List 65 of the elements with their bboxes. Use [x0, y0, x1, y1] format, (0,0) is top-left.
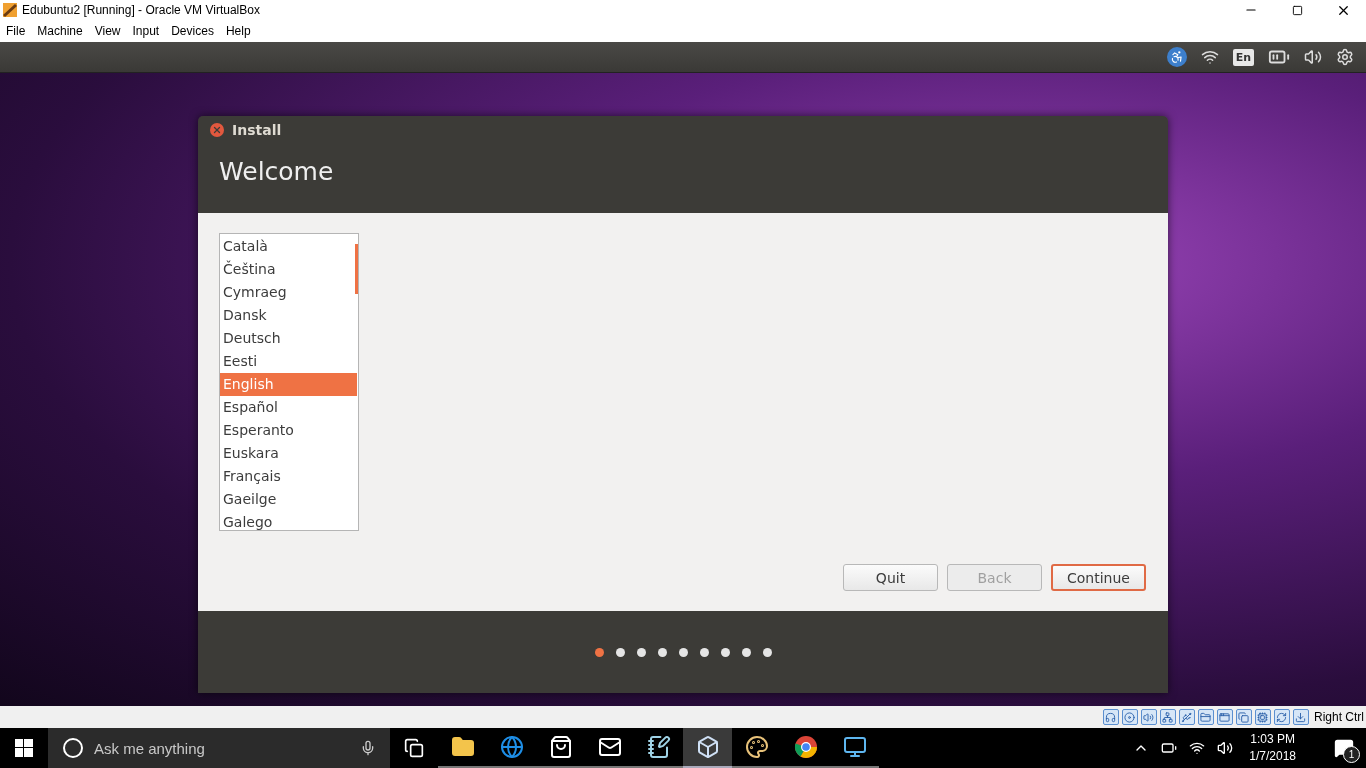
menu-item[interactable]: Devices — [167, 24, 222, 38]
clock-date: 1/7/2018 — [1249, 748, 1296, 765]
quit-button[interactable]: Quit — [843, 564, 938, 591]
taskbar-app-button[interactable] — [683, 728, 732, 768]
continue-button[interactable]: Continue — [1051, 564, 1146, 591]
scrollbar-thumb[interactable] — [355, 244, 358, 294]
circle-icon — [62, 737, 84, 759]
microphone-icon[interactable] — [360, 740, 376, 756]
accessibility-icon[interactable] — [1166, 47, 1187, 67]
language-item[interactable]: Español — [220, 396, 357, 419]
language-item[interactable]: Eesti — [220, 350, 357, 373]
keyboard-layout-indicator[interactable]: En — [1232, 48, 1254, 66]
chip-icon[interactable] — [1255, 709, 1271, 725]
language-item[interactable]: Esperanto — [220, 419, 357, 442]
page-heading: Welcome — [219, 157, 335, 186]
app-logo-icon — [2, 2, 18, 18]
volume-icon[interactable] — [1304, 48, 1322, 66]
menu-item[interactable]: Input — [128, 24, 168, 38]
language-item[interactable]: Galego — [220, 511, 357, 534]
monitor-icon[interactable] — [842, 735, 867, 759]
windows-logo-icon[interactable] — [15, 739, 33, 757]
dialog-title: Install — [232, 121, 282, 138]
download-icon[interactable] — [1293, 709, 1309, 725]
host-key-label: Right Ctrl — [1314, 710, 1364, 724]
language-item[interactable]: Dansk — [220, 304, 357, 327]
usb-icon[interactable] — [1179, 709, 1195, 725]
windows-icon[interactable] — [1236, 709, 1252, 725]
language-item[interactable]: Català — [220, 235, 357, 258]
search-field[interactable]: Ask me anything — [48, 728, 390, 768]
folder-icon[interactable] — [450, 735, 475, 759]
mail-icon[interactable] — [597, 735, 622, 759]
menu-item[interactable]: Help — [221, 24, 259, 38]
notification-count: 1 — [1343, 746, 1360, 763]
language-item[interactable]: Euskara — [220, 442, 357, 465]
display-icon[interactable] — [1217, 709, 1233, 725]
close-button[interactable] — [210, 122, 224, 137]
refresh-icon[interactable] — [1274, 709, 1290, 725]
globe-icon[interactable] — [499, 735, 524, 759]
cube-icon[interactable] — [695, 735, 720, 759]
palette-icon[interactable] — [744, 735, 769, 759]
disc-icon[interactable] — [1122, 709, 1138, 725]
chrome-icon[interactable] — [793, 735, 818, 759]
headset-icon[interactable] — [1103, 709, 1119, 725]
clock-time: 1:03 PM — [1250, 731, 1295, 748]
language-item[interactable]: Čeština — [220, 258, 357, 281]
speaker-icon[interactable] — [1141, 709, 1157, 725]
language-item[interactable]: Français — [220, 465, 357, 488]
language-item[interactable]: Gaeilge — [220, 488, 357, 511]
settings-icon[interactable] — [1336, 48, 1354, 66]
language-item[interactable]: Cymraeg — [220, 281, 357, 304]
language-item[interactable]: Deutsch — [220, 327, 357, 350]
menu-item[interactable]: Machine — [33, 24, 91, 38]
notepad-icon[interactable] — [646, 735, 671, 759]
task-view-icon[interactable] — [404, 738, 424, 758]
menu-item[interactable]: View — [90, 24, 129, 38]
network-icon[interactable] — [1160, 709, 1176, 725]
wifi-icon[interactable] — [1200, 48, 1219, 66]
shopping-bag-icon[interactable] — [548, 735, 573, 759]
notifications-button[interactable]: 1 — [1322, 728, 1366, 768]
window-title: Edubuntu2 [Running] - Oracle VM VirtualBox — [22, 3, 261, 17]
maximize-icon[interactable] — [1291, 4, 1303, 16]
volume-icon[interactable] — [1217, 740, 1234, 756]
menu-item[interactable]: File — [2, 24, 34, 38]
wifi-icon[interactable] — [1189, 740, 1206, 756]
battery-icon[interactable] — [1161, 740, 1178, 756]
